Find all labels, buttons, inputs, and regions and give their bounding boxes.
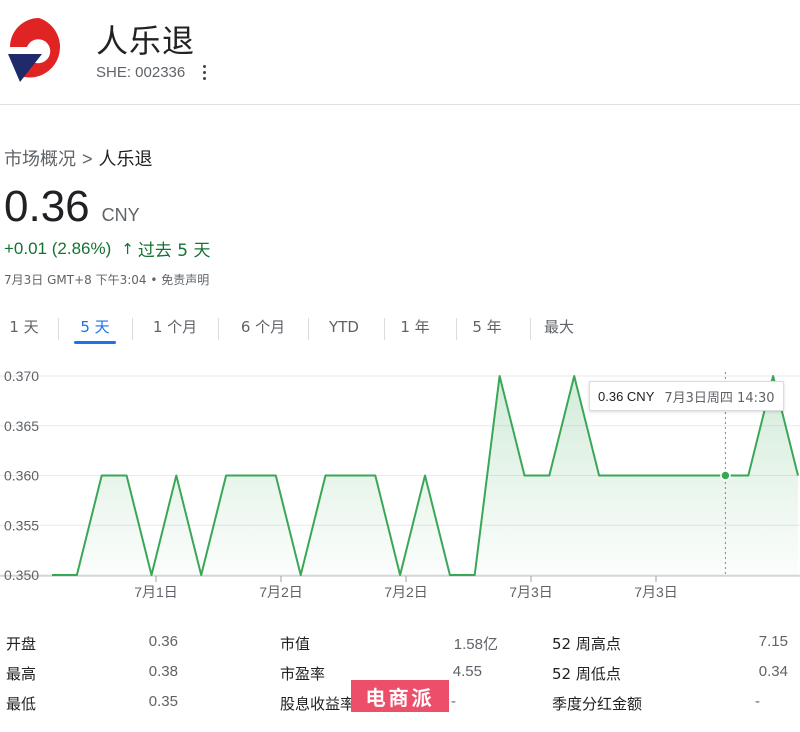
header-divider	[0, 104, 800, 105]
company-logo	[8, 18, 61, 82]
stat-label-market-cap: 市值	[280, 635, 311, 653]
stat-value-low: 0.35	[148, 693, 178, 710]
y-tick-label: 0.365	[4, 418, 39, 434]
x-tick-label: 7月3日	[634, 584, 678, 600]
arrow-up-icon: ↑	[121, 239, 134, 258]
x-tick-label: 7月2日	[259, 584, 303, 600]
quote-timestamp: 7月3日 GMT+8 下午3:04 • 免责声明	[4, 273, 210, 287]
tab-1y[interactable]: 1 年	[398, 312, 432, 346]
stat-value-high: 0.38	[148, 663, 178, 680]
tooltip-price: 0.36 CNY	[598, 388, 655, 404]
y-tick-label: 0.370	[4, 368, 39, 384]
stat-label-52w-high: 52 周高点	[552, 635, 621, 653]
tab-ytd[interactable]: YTD	[326, 312, 362, 346]
tab-5y[interactable]: 5 年	[470, 312, 504, 346]
ticker-symbol: SHE: 002336	[96, 64, 186, 81]
breadcrumb-market-overview[interactable]: 市场概况	[4, 145, 76, 171]
tooltip-date: 7月3日周四 14:30	[664, 390, 775, 406]
stat-label-open: 开盘	[6, 635, 37, 653]
range-tabs: 1 天 5 天 1 个月 6 个月 YTD 1 年 5 年 最大	[0, 312, 576, 346]
breadcrumb-separator: >	[82, 149, 93, 169]
stat-value-pe-ratio: 4.55	[452, 663, 482, 680]
y-tick-label: 0.360	[4, 468, 39, 484]
stock-name: 人乐退	[96, 22, 196, 60]
breadcrumb-current: 人乐退	[98, 149, 153, 170]
watermark: 电商派	[351, 680, 449, 712]
change-period: 过去 5 天	[137, 241, 211, 261]
chart-tooltip: 0.36 CNY 7月3日周四 14:30	[589, 381, 784, 411]
tab-6m[interactable]: 6 个月	[238, 312, 288, 346]
stat-value-market-cap: 1.58亿	[453, 636, 498, 653]
more-vert-icon[interactable]	[199, 63, 210, 82]
tab-max[interactable]: 最大	[542, 312, 576, 346]
stat-value-52w-high: 7.15	[758, 633, 788, 650]
change-value: +0.01 (2.86%)	[4, 238, 112, 258]
price-row: 0.36 CNY	[4, 182, 140, 232]
x-tick-label: 7月3日	[509, 584, 553, 600]
stat-value-open: 0.36	[148, 633, 178, 650]
current-price: 0.36	[4, 182, 90, 231]
breadcrumb: 市场概况 > 人乐退	[4, 145, 153, 171]
x-tick-label: 7月1日	[134, 584, 178, 600]
x-tick-label: 7月2日	[384, 584, 428, 600]
hover-point	[720, 470, 731, 481]
price-change: +0.01 (2.86%) ↑ 过去 5 天	[4, 236, 211, 262]
stat-value-52w-low: 0.34	[758, 663, 788, 680]
y-tick-label: 0.350	[4, 567, 39, 583]
currency: CNY	[101, 205, 140, 225]
tab-1d[interactable]: 1 天	[8, 312, 40, 346]
stat-label-52w-low: 52 周低点	[552, 665, 621, 683]
stat-label-quarterly-dividend: 季度分红金额	[552, 695, 643, 713]
stat-label-high: 最高	[6, 665, 37, 683]
stat-label-low: 最低	[6, 695, 37, 713]
y-tick-label: 0.355	[4, 517, 39, 533]
ticker-row: SHE: 002336	[96, 63, 210, 82]
tab-1m[interactable]: 1 个月	[150, 312, 200, 346]
stat-value-quarterly-dividend: -	[755, 693, 760, 710]
stat-label-dividend-yield: 股息收益率	[280, 695, 356, 713]
stat-label-pe-ratio: 市盈率	[280, 665, 326, 683]
tab-5d[interactable]: 5 天	[74, 312, 116, 346]
